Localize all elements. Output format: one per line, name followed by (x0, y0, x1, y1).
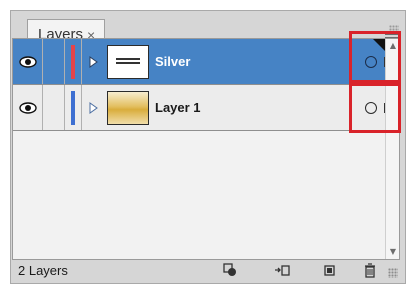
highlight-box-layer-1 (349, 83, 401, 133)
silver-logo-thumbnail (107, 45, 149, 79)
layer-row-layer-1[interactable]: Layer 1 (13, 85, 394, 131)
layer-name[interactable]: Layer 1 (155, 85, 201, 130)
visibility-toggle[interactable] (13, 85, 43, 130)
layer-color-bar (71, 91, 75, 125)
layers-list: Silver Layer 1 ▲ ▼ (12, 31, 401, 260)
gold-gradient-thumbnail (107, 91, 149, 125)
scroll-down-icon[interactable]: ▼ (388, 247, 398, 257)
expand-arrow-icon[interactable] (85, 39, 101, 84)
column-divider (81, 85, 82, 130)
panel-footer: 2 Layers (12, 260, 400, 280)
create-sublayer-icon[interactable] (274, 262, 290, 278)
create-new-layer-icon[interactable] (322, 262, 338, 278)
eye-icon (18, 55, 37, 68)
layer-color-bar (71, 45, 75, 79)
layer-count: 2 Layers (18, 262, 68, 278)
resize-grip-icon[interactable] (388, 268, 398, 278)
column-divider (81, 39, 82, 84)
delete-layer-icon[interactable] (362, 262, 378, 278)
expand-arrow-icon[interactable] (85, 85, 101, 130)
lock-toggle[interactable] (43, 85, 65, 130)
eye-icon (18, 101, 37, 114)
layer-rows: Silver Layer 1 (13, 39, 394, 131)
lock-toggle[interactable] (43, 39, 65, 84)
highlight-box-silver (349, 31, 401, 83)
visibility-toggle[interactable] (13, 39, 43, 84)
make-clipping-mask-icon[interactable] (222, 262, 238, 278)
layer-name[interactable]: Silver (155, 39, 190, 84)
layer-row-silver[interactable]: Silver (13, 39, 394, 85)
